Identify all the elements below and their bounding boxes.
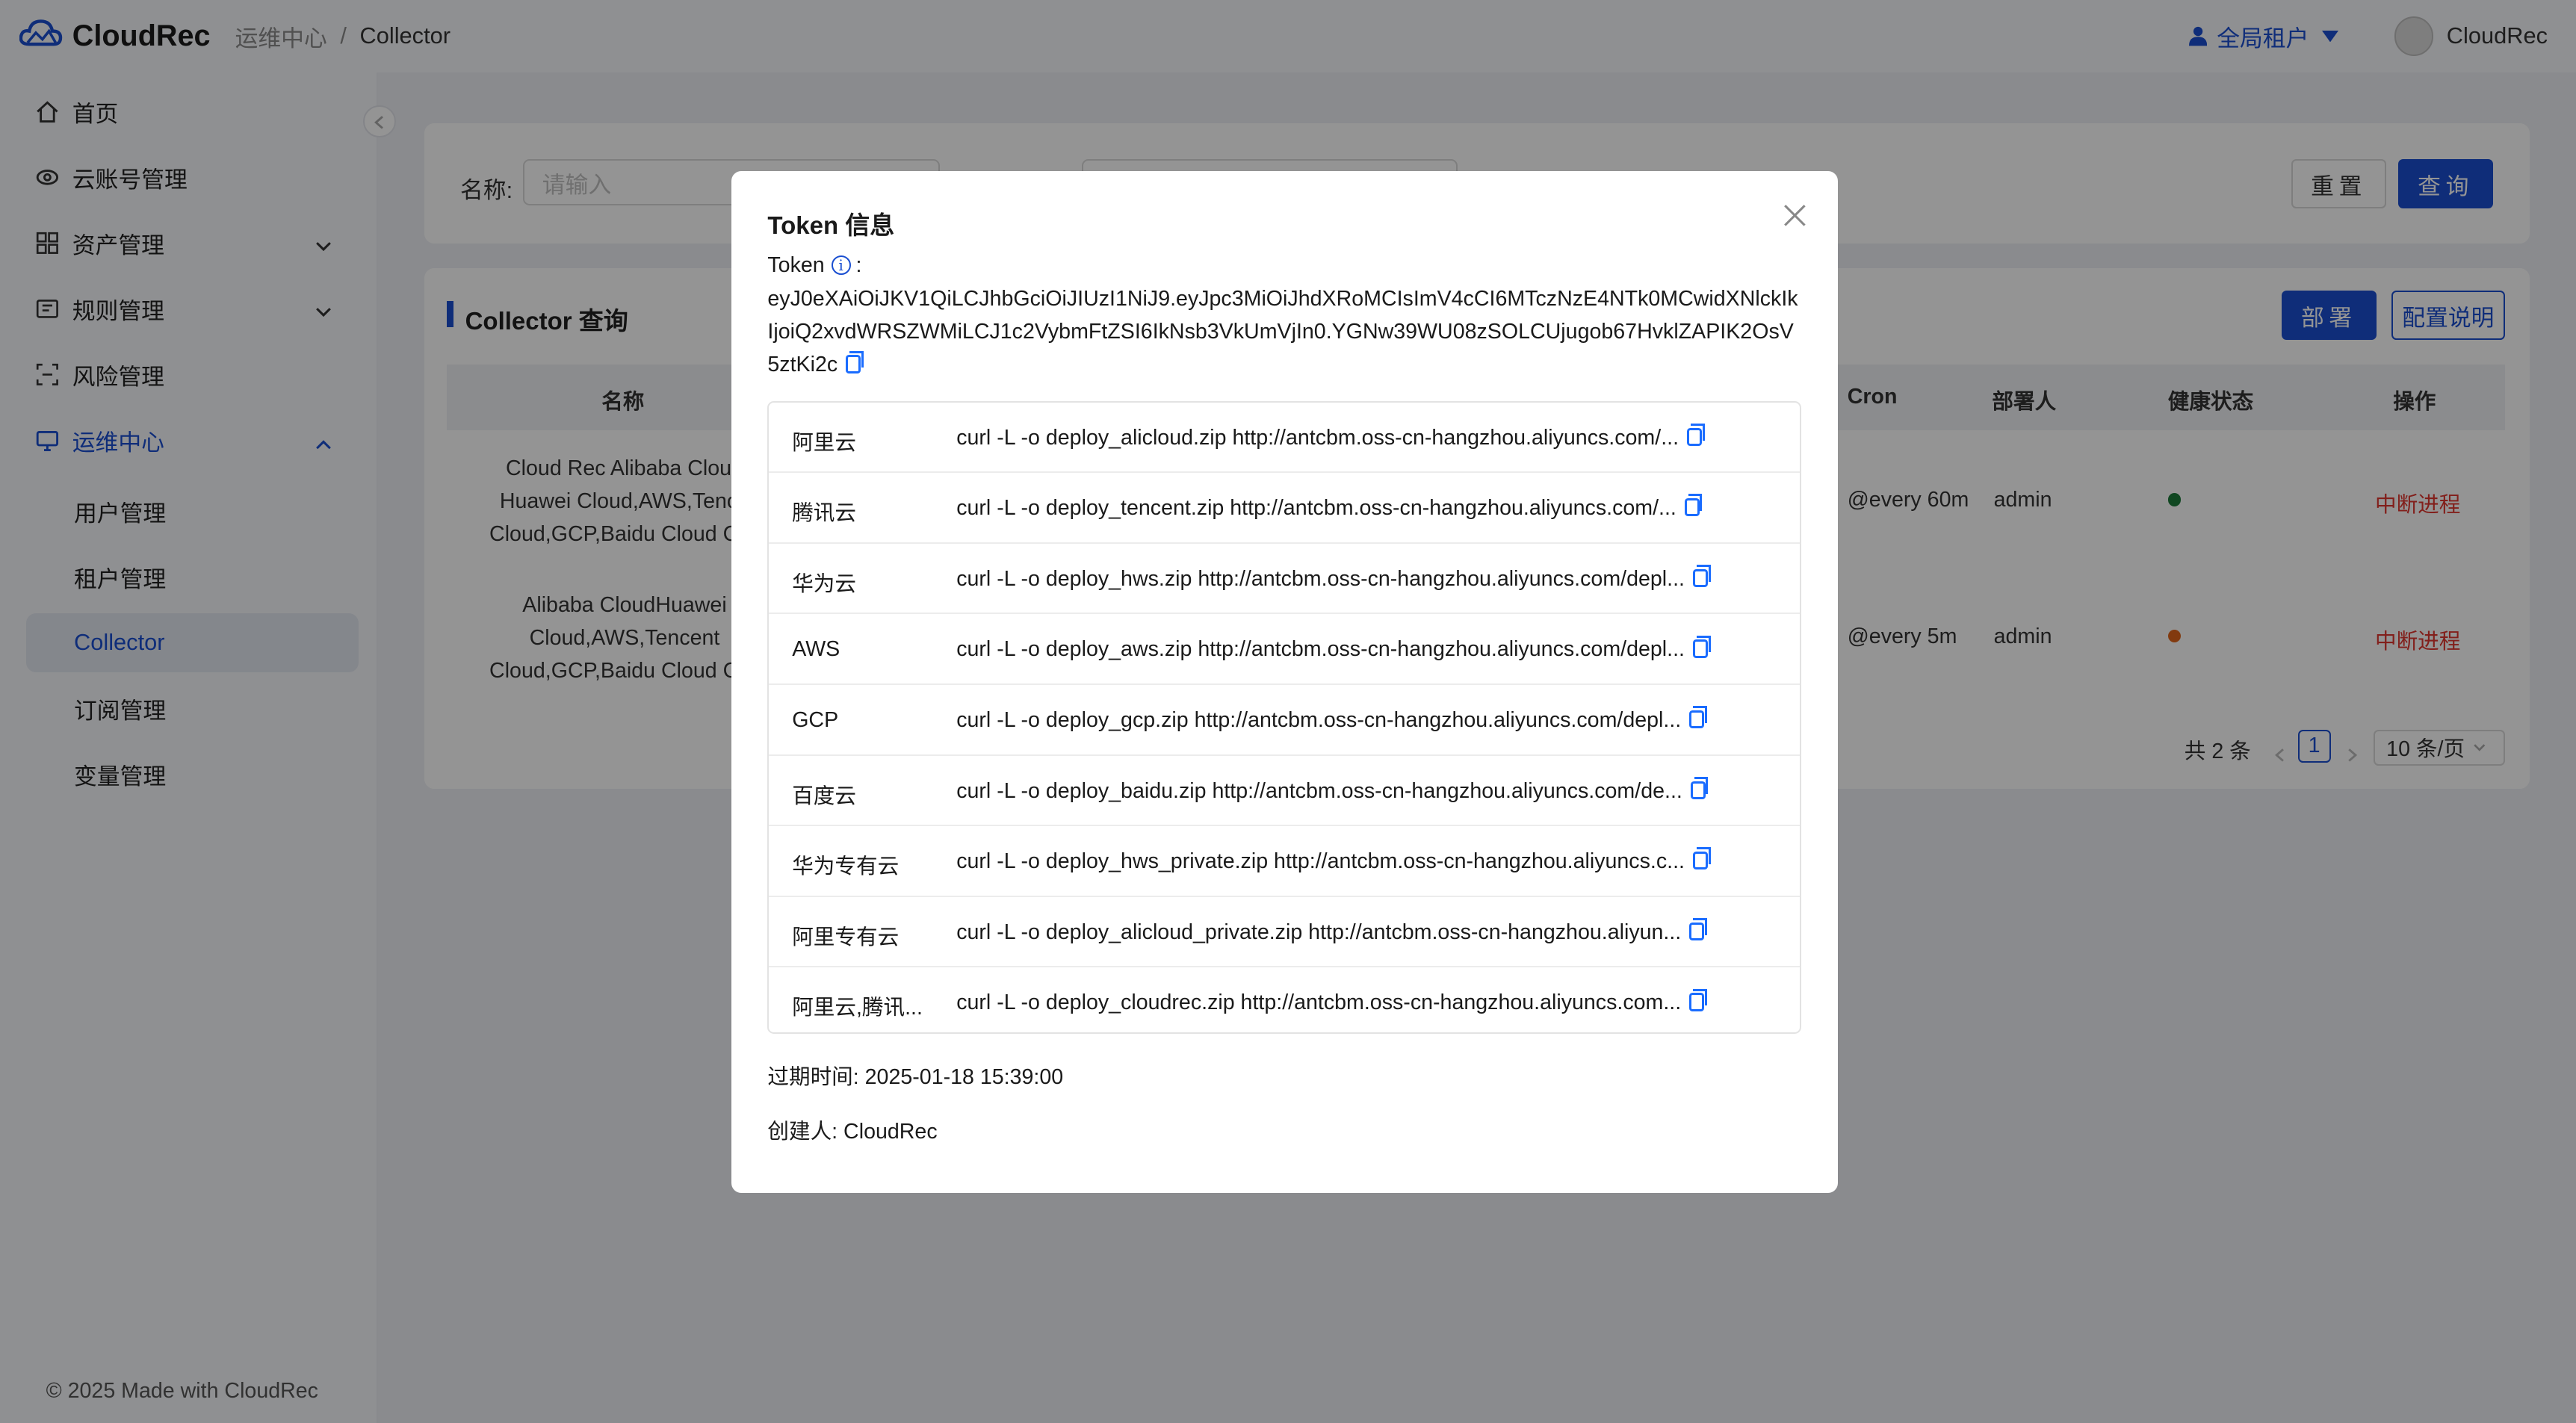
deploy-command: curl -L -o deploy_hws_private.zip http:/…	[956, 847, 1711, 874]
provider-name: 阿里云,腾讯...	[792, 996, 923, 1020]
deploy-command-list: 阿里云 curl -L -o deploy_alicloud.zip http:/…	[767, 400, 1802, 1037]
deploy-command: curl -L -o deploy_alicloud.zip http://an…	[956, 423, 1705, 450]
info-icon[interactable]: i	[831, 255, 851, 276]
deploy-command: curl -L -o deploy_alicloud_private.zip h…	[956, 917, 1707, 945]
command-text[interactable]: curl -L -o deploy_hws_private.zip http:/…	[956, 849, 1685, 873]
deploy-command: curl -L -o deploy_tencent.zip http://ant…	[956, 494, 1703, 521]
token-label: Token	[767, 252, 825, 277]
copy-icon[interactable]	[1692, 847, 1711, 870]
command-text[interactable]: curl -L -o deploy_hws.zip http://antcbm.…	[956, 567, 1685, 591]
copy-icon[interactable]	[1687, 423, 1705, 446]
copy-icon[interactable]	[1690, 776, 1709, 799]
provider-name: GCP	[792, 707, 839, 732]
command-text[interactable]: curl -L -o deploy_cloudrec.zip http://an…	[956, 990, 1681, 1014]
deploy-command-row: AWS curl -L -o deploy_aws.zip http://antc…	[769, 615, 1800, 685]
provider-name: 阿里专有云	[792, 925, 900, 949]
provider-name: AWS	[792, 637, 840, 662]
token-value[interactable]: eyJ0eXAiOiJKV1QiLCJhbGciOiJIUzI1NiJ9.eyJ…	[767, 287, 1798, 376]
creator: 创建人: CloudRec	[767, 1119, 938, 1144]
deploy-command: curl -L -o deploy_hws.zip http://antcbm.…	[956, 564, 1711, 592]
provider-name: 百度云	[792, 784, 856, 808]
deploy-command: curl -L -o deploy_gcp.zip http://antcbm.…	[956, 706, 1707, 733]
provider-name: 华为专有云	[792, 855, 900, 879]
copy-icon[interactable]	[846, 350, 864, 373]
command-text[interactable]: curl -L -o deploy_baidu.zip http://antcb…	[956, 779, 1682, 803]
copy-icon[interactable]	[1689, 706, 1707, 729]
token-info-modal: Token 信息 Token i : eyJ0eXAiOiJKV1QiLCJhb…	[731, 170, 1838, 1194]
copy-icon[interactable]	[1692, 564, 1711, 587]
copy-icon[interactable]	[1689, 917, 1707, 940]
expire-time: 过期时间: 2025-01-18 15:39:00	[767, 1064, 1064, 1089]
command-text[interactable]: curl -L -o deploy_alicloud.zip http://an…	[956, 426, 1679, 450]
token-label-row: Token i :	[767, 253, 861, 278]
deploy-command-row: 百度云 curl -L -o deploy_baidu.zip http://an…	[769, 756, 1800, 827]
deploy-command-row: 华为专有云 curl -L -o deploy_hws_private.zip h…	[769, 826, 1800, 897]
deploy-command-row: GCP curl -L -o deploy_gcp.zip http://antc…	[769, 685, 1800, 756]
token-value-block: eyJ0eXAiOiJKV1QiLCJhbGciOiJIUzI1NiJ9.eyJ…	[767, 282, 1803, 381]
command-text[interactable]: curl -L -o deploy_alicloud_private.zip h…	[956, 920, 1681, 944]
provider-name: 阿里云	[792, 430, 856, 455]
deploy-command-row: 腾讯云 curl -L -o deploy_tencent.zip http://…	[769, 473, 1800, 544]
provider-name: 腾讯云	[792, 501, 856, 526]
provider-name: 华为云	[792, 571, 856, 596]
deploy-command-row: 阿里云 curl -L -o deploy_alicloud.zip http:/…	[769, 403, 1800, 474]
deploy-command-row: 华为云 curl -L -o deploy_hws.zip http://antc…	[769, 544, 1800, 615]
copy-icon[interactable]	[1684, 494, 1703, 517]
copy-icon[interactable]	[1689, 988, 1707, 1011]
command-text[interactable]: curl -L -o deploy_aws.zip http://antcbm.…	[956, 637, 1685, 661]
deploy-command: curl -L -o deploy_cloudrec.zip http://an…	[956, 988, 1707, 1015]
deploy-command-row: 阿里云,腾讯... curl -L -o deploy_cloudrec.zip …	[769, 968, 1799, 1037]
page-root: CloudRec 运维中心 / Collector 全局租户 CloudRec	[0, 0, 2576, 1423]
modal-title: Token 信息	[767, 211, 895, 239]
close-icon[interactable]	[1783, 204, 1806, 227]
command-text[interactable]: curl -L -o deploy_tencent.zip http://ant…	[956, 496, 1676, 520]
deploy-command: curl -L -o deploy_baidu.zip http://antcb…	[956, 776, 1709, 804]
deploy-command: curl -L -o deploy_aws.zip http://antcbm.…	[956, 635, 1711, 662]
command-text[interactable]: curl -L -o deploy_gcp.zip http://antcbm.…	[956, 708, 1681, 732]
deploy-command-row: 阿里专有云 curl -L -o deploy_alicloud_private.…	[769, 897, 1800, 968]
token-colon: :	[855, 252, 862, 277]
copy-icon[interactable]	[1692, 635, 1711, 658]
